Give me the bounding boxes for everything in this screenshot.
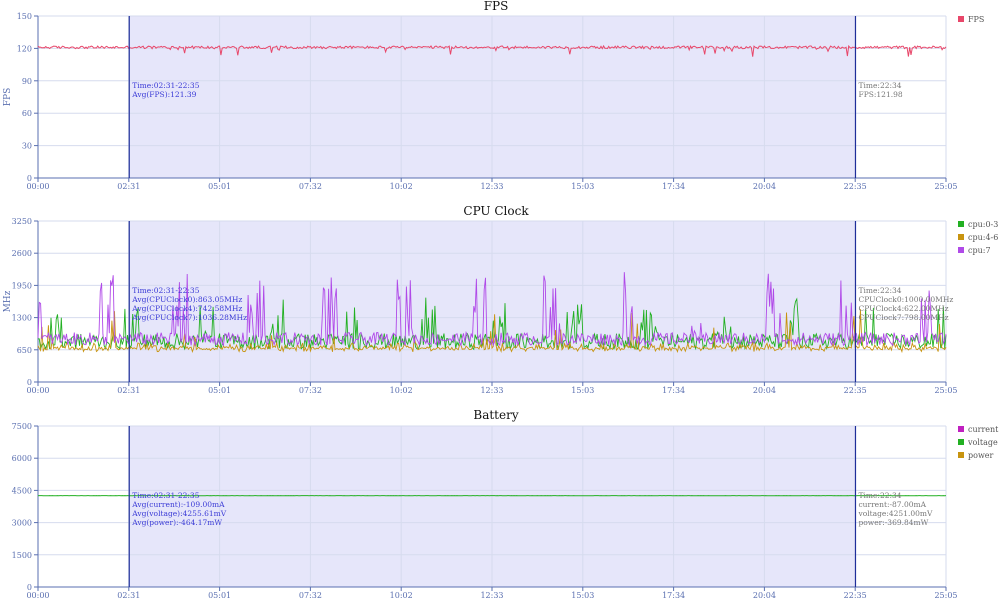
x-tick-label: 15:03 xyxy=(571,182,594,191)
legend-swatch xyxy=(958,247,964,253)
legend-swatch xyxy=(958,16,964,22)
chart-2: CPU Clock0650130019502600325000:00 02:31 0… xyxy=(3,204,998,395)
chart-title: Battery xyxy=(473,408,518,422)
x-tick-label: 20:04 xyxy=(753,182,776,191)
y-tick-label: 90 xyxy=(22,77,32,86)
legend-label: cpu:7 xyxy=(968,246,991,255)
legend-label: cpu:4-6 xyxy=(968,233,998,242)
x-tick-label: 07:32 xyxy=(299,591,322,600)
annotation-left-line: Avg(power):-464.17mW xyxy=(131,518,222,527)
chart-title: FPS xyxy=(484,0,509,13)
y-tick-label: 3250 xyxy=(12,217,32,226)
annotation-right-line: current:-87.00mA xyxy=(858,500,926,509)
y-tick-label: 1300 xyxy=(12,314,32,323)
x-tick-label: 10:02 xyxy=(390,386,413,395)
x-tick-label: 17:34 xyxy=(662,386,685,395)
legend-swatch xyxy=(958,221,964,227)
y-tick-label: 650 xyxy=(17,346,32,355)
x-tick-label: 25:05 xyxy=(934,386,957,395)
annotation-right-line: CPUClock0:1000.00MHz xyxy=(858,295,953,304)
x-tick-label: 25:05 xyxy=(934,182,957,191)
annotation-right-line: CPUClock4:622.00MHz xyxy=(858,304,948,313)
annotation-right-line: FPS:121.98 xyxy=(858,90,902,99)
y-tick-label: 1500 xyxy=(12,551,32,560)
x-tick-label: 12:33 xyxy=(480,386,503,395)
legend-swatch xyxy=(958,439,964,445)
x-tick-label: 22:35 xyxy=(844,591,867,600)
annotation-left-line: Avg(CPUClock7):1036.28MHz xyxy=(131,313,247,322)
annotation-left-line: Avg(FPS):121.39 xyxy=(131,90,196,99)
x-tick-label: 10:02 xyxy=(390,591,413,600)
x-tick-label: 12:33 xyxy=(480,591,503,600)
y-tick-label: 120 xyxy=(17,44,32,53)
y-tick-label: 4500 xyxy=(12,486,32,495)
chart-1: FPS030609012015000:00 02:31 05:01 07:32 10:0… xyxy=(3,0,984,191)
annotation-left-line: Time:02:31-22:35 xyxy=(132,81,199,90)
x-tick-label: 10:02 xyxy=(390,182,413,191)
annotation-right-line: Time:22:34 xyxy=(858,286,901,295)
y-tick-label: 60 xyxy=(22,109,32,118)
annotation-right-line: Time:22:34 xyxy=(858,81,901,90)
legend-label: FPS xyxy=(968,15,984,24)
x-tick-label: 20:04 xyxy=(753,386,776,395)
y-tick-label: 150 xyxy=(17,12,32,21)
x-tick-label: 07:32 xyxy=(299,182,322,191)
x-tick-label: 22:35 xyxy=(844,386,867,395)
x-tick-label: 02:31 xyxy=(117,591,140,600)
annotation-left-line: Avg(CPUClock4):742.58MHz xyxy=(131,304,242,313)
annotation-left-line: Avg(current):-109.00mA xyxy=(131,500,225,509)
x-tick-label: 25:05 xyxy=(934,591,957,600)
y-tick-label: 30 xyxy=(22,142,32,151)
legend-label: cpu:0-3 xyxy=(968,220,998,229)
x-tick-label: 12:33 xyxy=(480,182,503,191)
x-tick-label: 00:00 xyxy=(26,182,49,191)
x-tick-label: 22:35 xyxy=(844,182,867,191)
x-tick-label: 15:03 xyxy=(571,386,594,395)
annotation-left-line: Time:02:31-22:35 xyxy=(132,286,199,295)
x-tick-label: 05:01 xyxy=(208,182,231,191)
annotation-left-line: Avg(voltage):4255.61mV xyxy=(131,509,227,518)
x-tick-label: 17:34 xyxy=(662,182,685,191)
legend-swatch xyxy=(958,234,964,240)
x-tick-label: 00:00 xyxy=(26,386,49,395)
annotation-left-line: Avg(CPUClock0):863.05MHz xyxy=(131,295,242,304)
y-axis-label: MHz xyxy=(3,290,13,312)
y-tick-label: 2600 xyxy=(12,249,32,258)
legend-label: power xyxy=(968,451,994,460)
x-tick-label: 02:31 xyxy=(117,182,140,191)
y-tick-label: 3000 xyxy=(12,519,32,528)
x-tick-label: 05:01 xyxy=(208,386,231,395)
annotation-right-line: power:-369.84mW xyxy=(858,518,928,527)
chart-title: CPU Clock xyxy=(463,204,529,218)
x-tick-label: 15:03 xyxy=(571,591,594,600)
performance-dashboard: FPS030609012015000:00 02:31 05:01 07:32 10:0… xyxy=(3,0,1000,600)
x-tick-label: 02:31 xyxy=(117,386,140,395)
annotation-right-line: CPUClock7:798.00MHz xyxy=(858,313,948,322)
x-tick-label: 20:04 xyxy=(753,591,776,600)
annotation-right-line: Time:22:34 xyxy=(858,491,901,500)
x-tick-label: 17:34 xyxy=(662,591,685,600)
x-tick-label: 05:01 xyxy=(208,591,231,600)
legend-label: voltage xyxy=(967,438,998,447)
x-tick-label: 07:32 xyxy=(299,386,322,395)
chart-3: Battery01500300045006000750000:00 02:31 05… xyxy=(12,408,1000,600)
annotation-left-line: Time:02:31-22:35 xyxy=(132,491,199,500)
x-tick-label: 00:00 xyxy=(26,591,49,600)
y-tick-label: 1950 xyxy=(12,281,32,290)
y-axis-label: FPS xyxy=(3,88,13,106)
annotation-right-line: voltage:4251.00mV xyxy=(857,509,933,518)
legend-label: current xyxy=(968,425,999,434)
y-tick-label: 7500 xyxy=(12,422,32,431)
y-tick-label: 6000 xyxy=(12,454,32,463)
legend-swatch xyxy=(958,426,964,432)
legend-swatch xyxy=(958,452,964,458)
